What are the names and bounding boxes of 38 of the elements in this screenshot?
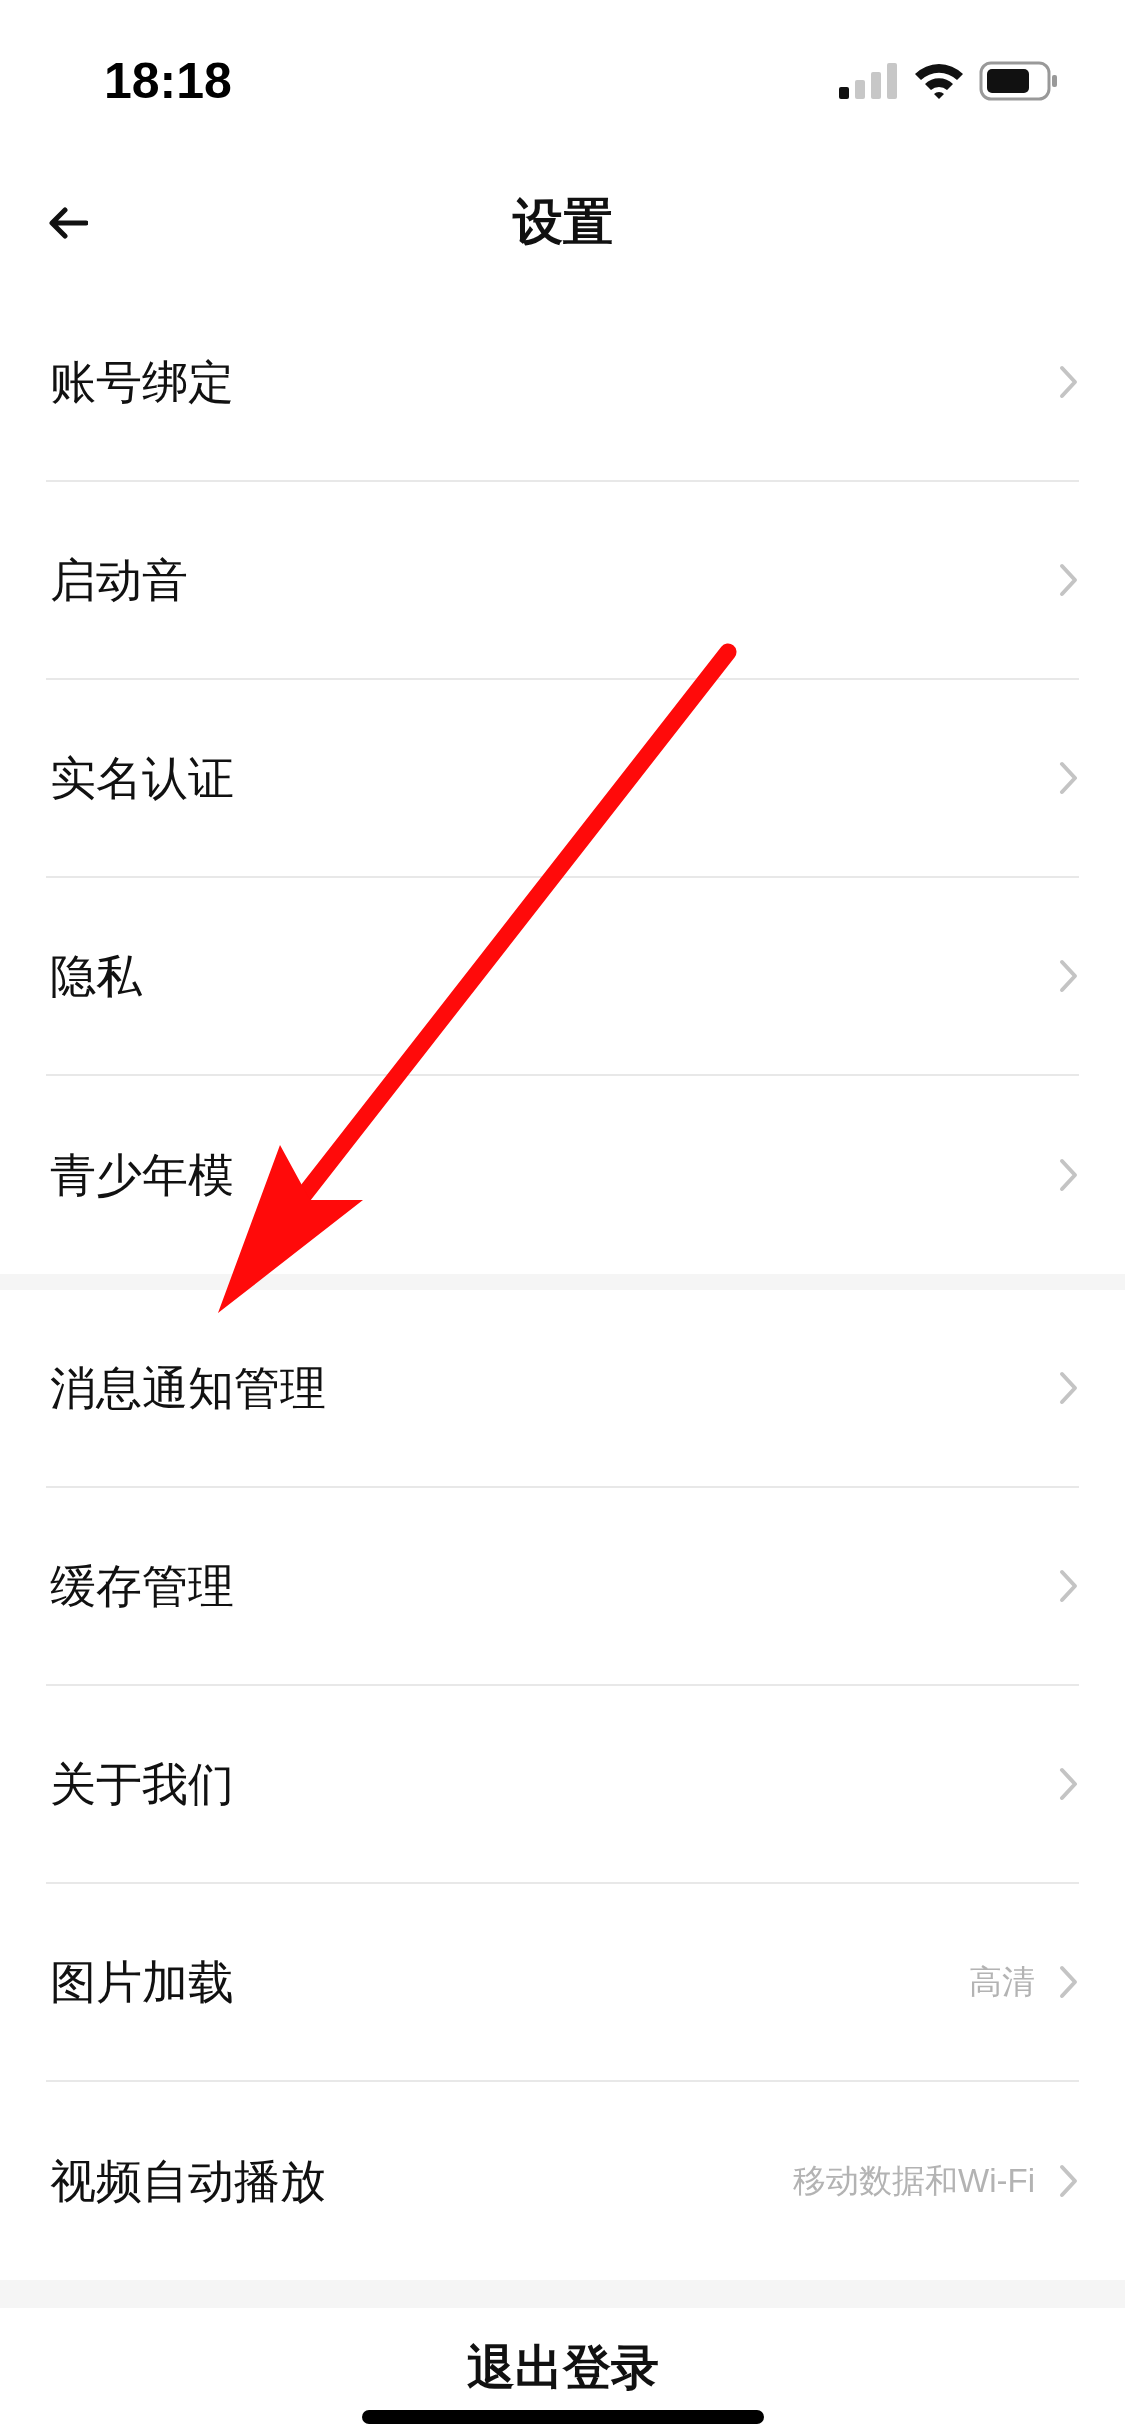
row-label: 隐私 [49,948,142,1004]
status-time: 18:18 [104,51,232,111]
chevron-right-icon [1059,563,1079,597]
row-label: 消息通知管理 [49,1360,326,1416]
chevron-right-icon [1059,1569,1079,1603]
row-label: 实名认证 [49,750,234,806]
settings-row[interactable]: 视频自动播放 移动数据和Wi-Fi [46,2082,1079,2280]
row-label: 图片加载 [49,1954,234,2010]
chevron-right-icon [1059,1767,1079,1801]
settings-row[interactable]: 启动音 [46,482,1079,680]
row-label: 关于我们 [49,1756,234,1812]
settings-row[interactable]: 隐私 [46,878,1079,1076]
battery-icon [979,61,1059,101]
wifi-icon [913,62,965,100]
row-value: 移动数据和Wi-Fi [793,2161,1035,2202]
signal-icon [839,63,899,99]
settings-row[interactable]: 青少年模 [46,1076,1079,1274]
chevron-right-icon [1059,2164,1079,2198]
row-label: 启动音 [49,552,188,608]
settings-row[interactable]: 缓存管理 [46,1488,1079,1686]
chevron-right-icon [1059,1371,1079,1405]
settings-row[interactable]: 图片加载 高清 [46,1884,1079,2082]
row-label: 青少年模 [49,1147,234,1203]
back-arrow-icon[interactable] [48,206,88,240]
row-label: 视频自动播放 [49,2153,326,2209]
settings-row[interactable]: 实名认证 [46,680,1079,878]
row-label: 账号绑定 [49,354,234,410]
page-title: 设置 [512,192,613,252]
settings-row[interactable]: 账号绑定 [46,284,1079,482]
row-value: 高清 [969,1962,1035,2003]
chevron-right-icon [1059,761,1079,795]
chevron-right-icon [1059,959,1079,993]
settings-row[interactable]: 关于我们 [46,1686,1079,1884]
logout-button[interactable]: 退出登录 [0,2308,1125,2436]
chevron-right-icon [1059,365,1079,399]
chevron-right-icon [1059,1965,1079,1999]
chevron-right-icon [1059,1158,1079,1192]
row-label: 缓存管理 [49,1558,234,1614]
